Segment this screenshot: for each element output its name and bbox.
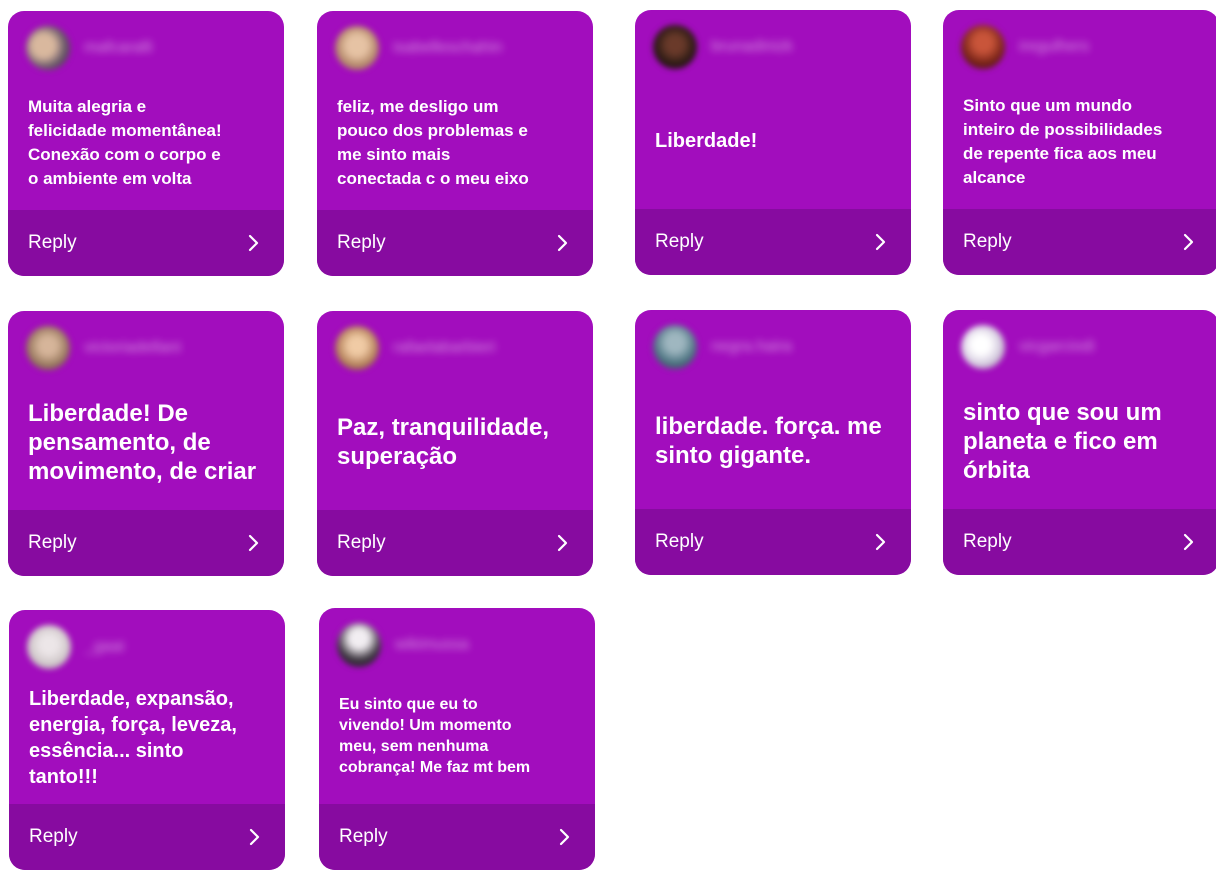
reply-label: Reply	[655, 231, 704, 252]
reply-button[interactable]: Reply	[9, 804, 285, 870]
username[interactable]: vicgarciodi	[1019, 338, 1095, 356]
reply-button[interactable]: Reply	[317, 510, 593, 576]
avatar[interactable]	[961, 25, 1005, 69]
response-card: wikimussa Eu sinto que eu to vivendo! Um…	[319, 608, 595, 870]
chevron-right-icon	[245, 828, 263, 846]
response-text: Liberdade! De pensamento, de movimento, …	[28, 400, 257, 485]
card-header: iregulhers	[961, 24, 1089, 70]
response-card: mafcaralli Muita alegria e felicidade mo…	[8, 11, 284, 276]
avatar[interactable]	[26, 326, 70, 370]
chevron-right-icon	[1179, 233, 1197, 251]
card-header: isabelleschahin	[335, 25, 502, 71]
card-header: rafaelabarbieri	[335, 325, 495, 371]
avatar[interactable]	[335, 326, 379, 370]
response-text: sinto que sou um planeta e fico em órbit…	[963, 399, 1162, 484]
card-header: victoriadellani	[26, 325, 181, 371]
chevron-right-icon	[553, 234, 571, 252]
avatar[interactable]	[335, 26, 379, 70]
response-card: _gaai Liberdade, expansão, energia, forç…	[9, 610, 285, 870]
reply-button[interactable]: Reply	[943, 509, 1216, 575]
username[interactable]: rafaelabarbieri	[393, 339, 495, 357]
avatar[interactable]	[27, 625, 71, 669]
chevron-right-icon	[871, 233, 889, 251]
response-card: victoriadellani Liberdade! De pensamento…	[8, 311, 284, 576]
response-text: Paz, tranquilidade, superação	[337, 414, 550, 470]
chevron-right-icon	[1179, 533, 1197, 551]
chevron-right-icon	[871, 533, 889, 551]
avatar[interactable]	[961, 325, 1005, 369]
username[interactable]: iregulhers	[1019, 38, 1089, 56]
username[interactable]: victoriadellani	[84, 339, 181, 357]
reply-button[interactable]: Reply	[317, 210, 593, 276]
reply-label: Reply	[28, 232, 77, 253]
username[interactable]: wikimussa	[395, 636, 469, 654]
response-text: Liberdade!	[655, 130, 758, 152]
reply-button[interactable]: Reply	[319, 804, 595, 870]
response-card: vicgarciodi sinto que sou um planeta e f…	[943, 310, 1216, 575]
reply-label: Reply	[337, 232, 386, 253]
card-header: _gaai	[27, 624, 124, 670]
chevron-right-icon	[244, 234, 262, 252]
username[interactable]: mafcaralli	[84, 39, 152, 57]
response-card: isabelleschahin feliz, me desligo um pou…	[317, 11, 593, 276]
reply-label: Reply	[963, 231, 1012, 252]
username[interactable]: negra.haira	[711, 338, 792, 356]
response-card: brunadinizk Liberdade! Reply	[635, 10, 911, 275]
username[interactable]: brunadinizk	[711, 38, 793, 56]
reply-button[interactable]: Reply	[8, 510, 284, 576]
avatar[interactable]	[653, 25, 697, 69]
response-text: feliz, me desligo um pouco dos problemas…	[337, 97, 529, 188]
response-card: rafaelabarbieri Paz, tranquilidade, supe…	[317, 311, 593, 576]
reply-label: Reply	[339, 826, 388, 847]
reply-button[interactable]: Reply	[635, 509, 911, 575]
response-text: Muita alegria e felicidade momentânea! C…	[28, 97, 222, 188]
reply-label: Reply	[29, 826, 78, 847]
reply-button[interactable]: Reply	[943, 209, 1216, 275]
response-text: liberdade. força. me sinto gigante.	[655, 413, 882, 469]
avatar[interactable]	[26, 26, 70, 70]
response-text: Sinto que um mundo inteiro de possibilid…	[963, 96, 1163, 187]
response-card: iregulhers Sinto que um mundo inteiro de…	[943, 10, 1216, 275]
avatar[interactable]	[653, 325, 697, 369]
response-text: Liberdade, expansão, energia, força, lev…	[29, 688, 237, 788]
chevron-right-icon	[553, 534, 571, 552]
card-header: mafcaralli	[26, 25, 152, 71]
username[interactable]: isabelleschahin	[393, 39, 502, 57]
reply-label: Reply	[28, 532, 77, 553]
card-header: brunadinizk	[653, 24, 793, 70]
card-header: negra.haira	[653, 324, 792, 370]
reply-label: Reply	[337, 532, 386, 553]
avatar[interactable]	[337, 623, 381, 667]
reply-label: Reply	[655, 531, 704, 552]
response-card: negra.haira liberdade. força. me sinto g…	[635, 310, 911, 575]
chevron-right-icon	[244, 534, 262, 552]
card-header: vicgarciodi	[961, 324, 1095, 370]
response-text: Eu sinto que eu to vivendo! Um momento m…	[339, 696, 531, 776]
card-header: wikimussa	[337, 622, 469, 668]
reply-button[interactable]: Reply	[8, 210, 284, 276]
reply-label: Reply	[963, 531, 1012, 552]
username[interactable]: _gaai	[85, 638, 124, 656]
reply-button[interactable]: Reply	[635, 209, 911, 275]
chevron-right-icon	[555, 828, 573, 846]
